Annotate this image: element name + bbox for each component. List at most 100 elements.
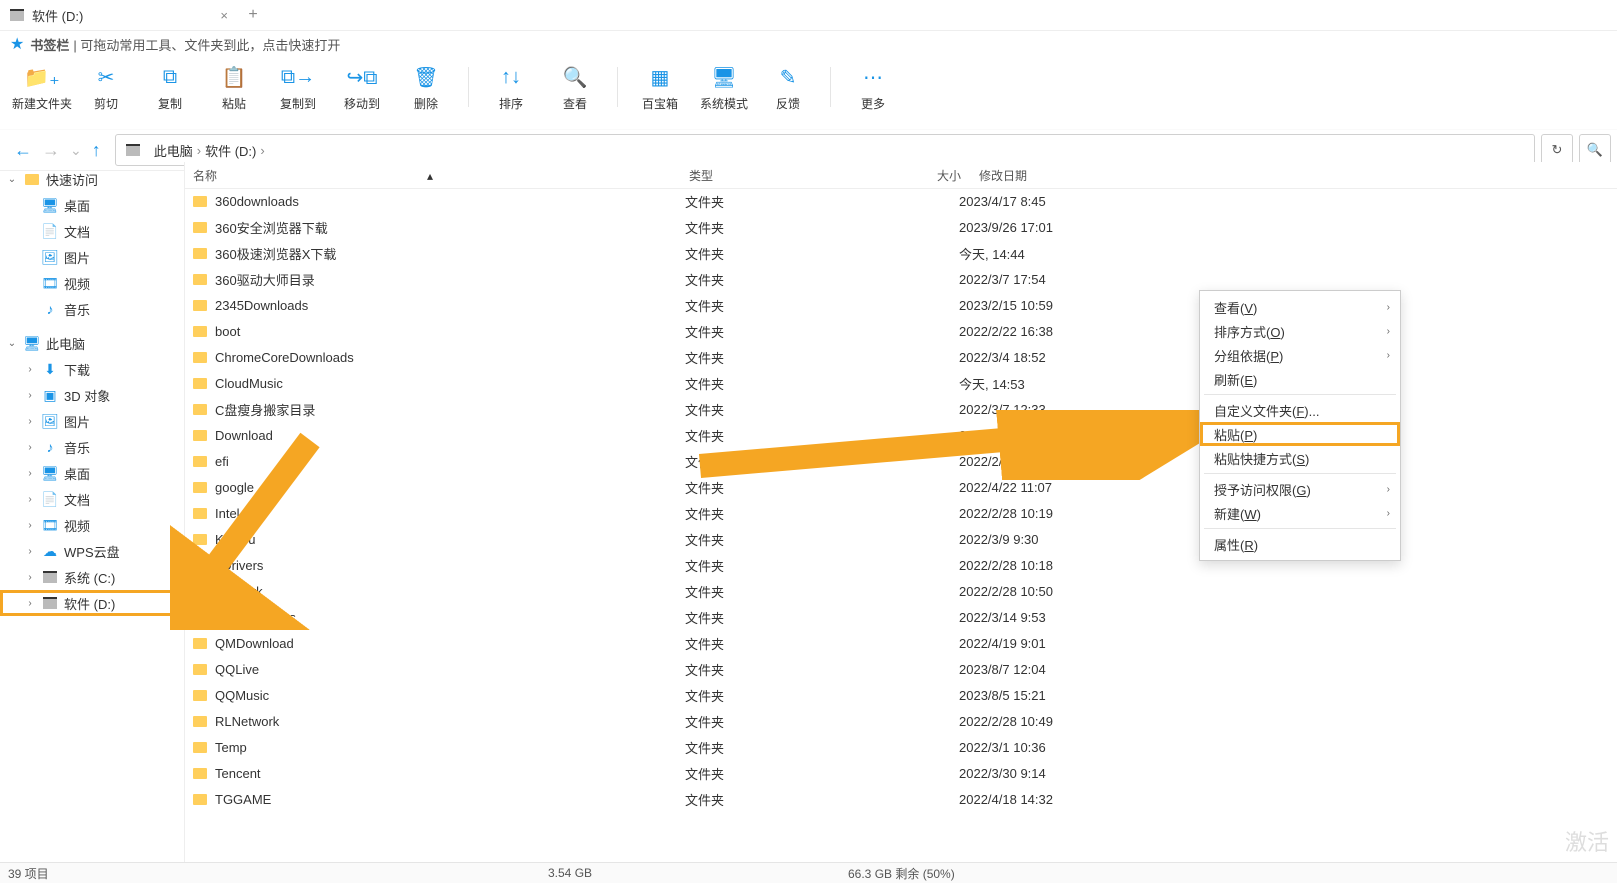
file-row[interactable]: boot文件夹2022/2/22 16:38 (185, 318, 1617, 344)
sidebar-item-下载[interactable]: ›⬇下载 (0, 356, 184, 382)
file-row[interactable]: 360驱动大师目录文件夹2022/3/7 17:54 (185, 266, 1617, 292)
col-type[interactable]: 类型 (681, 167, 861, 184)
bookmark-star-icon: ★ (10, 34, 24, 54)
file-row[interactable]: 360极速浏览器X下载文件夹今天, 14:44 (185, 240, 1617, 266)
file-row[interactable]: LDrivers文件夹2022/2/28 10:18 (185, 552, 1617, 578)
menu-item[interactable]: 查看(V)› (1200, 295, 1400, 319)
menu-item[interactable]: 粘贴(P) (1200, 422, 1400, 446)
tree-group[interactable]: ⌄🖥此电脑 (0, 330, 184, 356)
sidebar-item-WPS云盘[interactable]: ›☁WPS云盘 (0, 538, 184, 564)
sidebar-item-音乐[interactable]: ♪音乐 (0, 296, 184, 322)
file-date: 2023/8/7 12:04 (959, 662, 1119, 677)
file-type: 文件夹 (685, 634, 857, 653)
chevron-right-icon[interactable]: › (24, 494, 36, 505)
paste-button[interactable]: 📋粘贴 (202, 63, 266, 119)
file-name: 360极速浏览器X下载 (215, 244, 685, 263)
view-button[interactable]: 🔍查看 (543, 63, 607, 119)
file-name: boot (215, 324, 685, 339)
sidebar-item-软件 (D:)[interactable]: ›软件 (D:) (0, 590, 184, 616)
file-row[interactable]: RLNetwork文件夹2022/2/28 10:49 (185, 708, 1617, 734)
feedback-button[interactable]: ✎反馈 (756, 63, 820, 119)
menu-item[interactable]: 分组依据(P)› (1200, 343, 1400, 367)
sysmode-button[interactable]: 🖥系统模式 (692, 63, 756, 119)
sort-button[interactable]: ↑↓排序 (479, 63, 543, 119)
chevron-down-icon[interactable]: ⌄ (6, 338, 18, 349)
file-row[interactable]: efi文件夹2022/2/22 10:40 (185, 448, 1617, 474)
file-row[interactable]: 2345Downloads文件夹2023/2/15 10:59 (185, 292, 1617, 318)
file-row[interactable]: Temp文件夹2022/3/1 10:36 (185, 734, 1617, 760)
file-row[interactable]: ChromeCoreDownloads文件夹2022/3/4 18:52 (185, 344, 1617, 370)
chevron-right-icon[interactable]: › (24, 364, 36, 375)
file-row[interactable]: Network文件夹2022/2/28 10:50 (185, 578, 1617, 604)
file-row[interactable]: TGGAME文件夹2022/4/18 14:32 (185, 786, 1617, 812)
sidebar-item-视频[interactable]: 🎞视频 (0, 270, 184, 296)
file-name: efi (215, 454, 685, 469)
sidebar-item-系统 (C:)[interactable]: ›系统 (C:) (0, 564, 184, 590)
nav-up-icon[interactable]: ↑ (92, 140, 101, 161)
chevron-right-icon[interactable]: › (24, 468, 36, 479)
breadcrumb-root[interactable]: 此电脑 (154, 141, 193, 160)
sidebar-item-3D 对象[interactable]: ›▣3D 对象 (0, 382, 184, 408)
file-row[interactable]: CloudMusic文件夹今天, 14:53 (185, 370, 1617, 396)
nav-forward-icon[interactable]: → (42, 140, 60, 161)
file-row[interactable]: Intel文件夹2022/2/28 10:19 (185, 500, 1617, 526)
menu-item[interactable]: 自定义文件夹(F)... (1200, 398, 1400, 422)
delete-button[interactable]: 🗑删除 (394, 63, 458, 119)
col-size[interactable]: 大小 (861, 167, 971, 184)
chevron-right-icon[interactable]: › (24, 520, 36, 531)
new-folder-button[interactable]: 📁₊新建文件夹 (10, 63, 74, 119)
file-row[interactable]: 360安全浏览器下载文件夹2023/9/26 17:01 (185, 214, 1617, 240)
sidebar-item-文档[interactable]: ›📄文档 (0, 486, 184, 512)
menu-item[interactable]: 粘贴快捷方式(S) (1200, 446, 1400, 470)
menu-item[interactable]: 属性(R) (1200, 532, 1400, 556)
chevron-right-icon[interactable]: › (24, 546, 36, 557)
chevron-down-icon[interactable]: ⌄ (6, 174, 18, 185)
cut-icon: ✂ (98, 63, 115, 91)
file-row[interactable]: QQMusic文件夹2023/8/5 15:21 (185, 682, 1617, 708)
tab-close-icon[interactable]: × (220, 8, 228, 23)
file-row[interactable]: QMDownload文件夹2022/4/19 9:01 (185, 630, 1617, 656)
file-row[interactable]: google文件夹2022/4/22 11:07 (185, 474, 1617, 500)
chevron-right-icon[interactable]: › (24, 416, 36, 427)
file-row[interactable]: C盘瘦身搬家目录文件夹2022/3/7 12:33 (185, 396, 1617, 422)
menu-item[interactable]: 刷新(E) (1200, 367, 1400, 391)
file-date: 2022/3/14 9:53 (959, 610, 1119, 625)
file-row[interactable]: Download文件夹2022/3/11 14:44 (185, 422, 1617, 448)
chevron-right-icon[interactable]: › (24, 572, 36, 583)
sidebar-item-图片[interactable]: ›🖼图片 (0, 408, 184, 434)
menu-item[interactable]: 授予访问权限(G)› (1200, 477, 1400, 501)
chevron-right-icon[interactable]: › (24, 390, 36, 401)
col-date[interactable]: 修改日期 (971, 167, 1099, 184)
chevron-right-icon[interactable]: › (24, 598, 36, 609)
sidebar-item-桌面[interactable]: 🖥桌面 (0, 192, 184, 218)
copyto-button[interactable]: ⧉→复制到 (266, 63, 330, 119)
new-tab-button[interactable]: + (238, 6, 268, 24)
file-row[interactable]: Tencent文件夹2022/3/30 9:14 (185, 760, 1617, 786)
nav-history-icon[interactable]: ⌄ (70, 142, 82, 159)
file-row[interactable]: QQLive文件夹2023/8/7 12:04 (185, 656, 1617, 682)
copy-button[interactable]: ⧉复制 (138, 63, 202, 119)
toolbox-button[interactable]: ▦百宝箱 (628, 63, 692, 119)
menu-item[interactable]: 排序方式(O)› (1200, 319, 1400, 343)
file-row[interactable]: KuGou文件夹2022/3/9 9:30 (185, 526, 1617, 552)
sidebar-item-文档[interactable]: 📄文档 (0, 218, 184, 244)
chevron-right-icon[interactable]: › (24, 442, 36, 453)
sidebar-item-音乐[interactable]: ›♪音乐 (0, 434, 184, 460)
cut-button[interactable]: ✂剪切 (74, 63, 138, 119)
col-name[interactable]: 名称▴ (185, 167, 681, 184)
nav-back-icon[interactable]: ← (14, 140, 32, 161)
file-row[interactable]: 360downloads文件夹2023/4/17 8:45 (185, 188, 1617, 214)
sidebar-item-桌面[interactable]: ›🖥桌面 (0, 460, 184, 486)
menu-item[interactable]: 新建(W)› (1200, 501, 1400, 525)
context-menu: 查看(V)›排序方式(O)›分组依据(P)›刷新(E)自定义文件夹(F)...粘… (1199, 290, 1401, 561)
tab-active[interactable]: 软件 (D:) × (0, 0, 238, 30)
sidebar-item-视频[interactable]: ›🎞视频 (0, 512, 184, 538)
file-row[interactable]: Program Files文件夹2022/3/14 9:53 (185, 604, 1617, 630)
chevron-right-icon: › (1387, 484, 1390, 495)
more-button[interactable]: ⋯更多 (841, 63, 905, 119)
breadcrumb-current[interactable]: 软件 (D:) (205, 141, 256, 160)
sidebar-item-图片[interactable]: 🖼图片 (0, 244, 184, 270)
moveto-button[interactable]: ↪⧉移动到 (330, 63, 394, 119)
file-list[interactable]: 360downloads文件夹2023/4/17 8:45360安全浏览器下载文… (185, 188, 1617, 863)
tree-group[interactable]: ⌄快速访问 (0, 166, 184, 192)
